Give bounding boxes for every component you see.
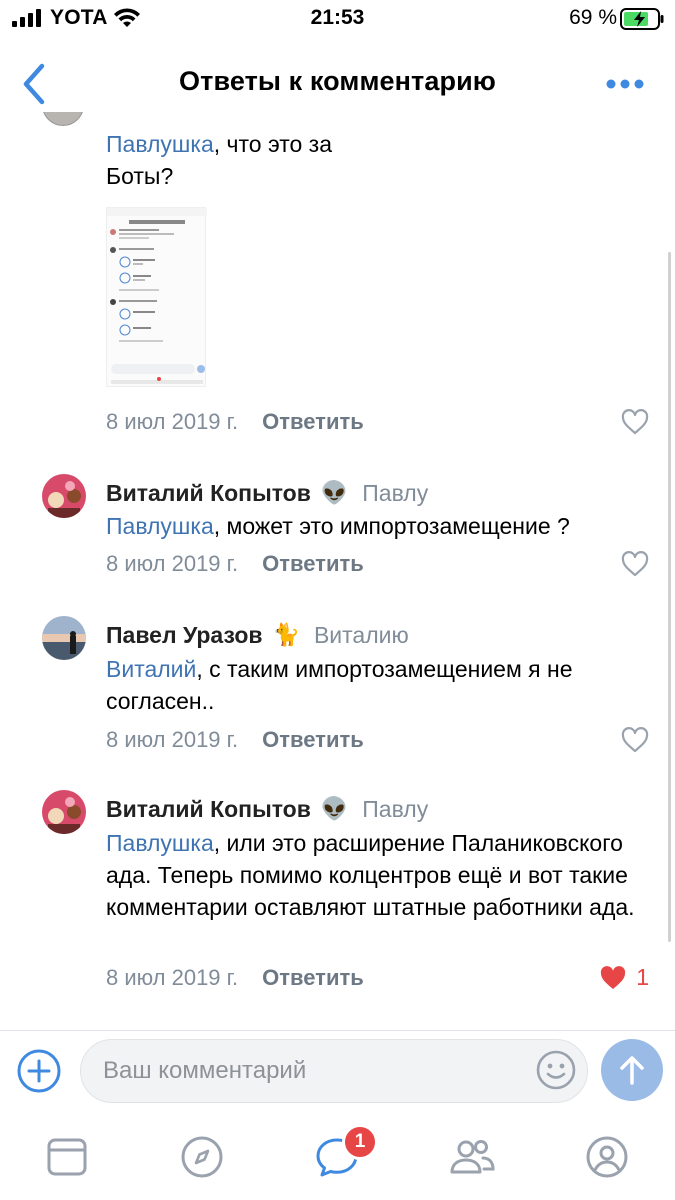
reply-to-name[interactable]: Виталию	[314, 622, 409, 649]
tab-friends-icon[interactable]	[449, 1134, 495, 1180]
comment-date: 8 июл 2019 г.	[106, 551, 239, 576]
mention-link[interactable]: Павлушка	[106, 131, 214, 157]
smile-icon[interactable]	[534, 1048, 578, 1092]
cat-emoji-icon: 🐈	[272, 622, 300, 647]
reply-to-name[interactable]: Павлу	[362, 796, 428, 823]
like-button[interactable]	[621, 551, 649, 577]
author-name[interactable]: Павел Уразов	[106, 622, 263, 649]
author-name[interactable]: Виталий Копытов	[106, 796, 311, 823]
mention-link[interactable]: Павлушка	[106, 830, 214, 856]
tab-feed-icon[interactable]	[44, 1134, 90, 1180]
comment-text: Павлушка, что это за Боты?	[106, 131, 332, 189]
reply-button[interactable]: Ответить	[262, 965, 364, 991]
avatar[interactable]	[42, 112, 84, 126]
tab-profile-icon[interactable]	[584, 1134, 630, 1180]
scrollbar[interactable]	[668, 252, 671, 942]
alien-emoji-icon: 👽	[320, 796, 349, 821]
comment-meta: 8 июл 2019 г. Ответить	[106, 549, 364, 579]
comments-list[interactable]: Павлушка, что это за Боты? 8 июл 2019 г.…	[0, 112, 675, 1030]
avatar[interactable]	[42, 616, 86, 660]
comment-composer: Ваш комментарий	[0, 1031, 675, 1111]
comment-meta: 8 июл 2019 г. Ответить	[106, 407, 364, 437]
like-count: 1	[636, 964, 649, 990]
comment-meta: 8 июл 2019 г. Ответить	[106, 963, 364, 993]
attach-plus-button[interactable]	[16, 1048, 62, 1094]
tab-bar: 1	[0, 1112, 675, 1200]
mention-link[interactable]: Павлушка	[106, 513, 214, 539]
comment-header: Виталий Копытов 👽 Павлу	[106, 794, 428, 824]
status-bar: YOTA 21:53 69 %	[0, 0, 675, 40]
attached-screenshot-image[interactable]	[106, 207, 207, 387]
like-button-liked[interactable]	[599, 965, 627, 991]
comment-input[interactable]: Ваш комментарий	[80, 1039, 588, 1103]
like-button[interactable]	[621, 409, 649, 435]
mention-link[interactable]: Виталий	[106, 656, 196, 682]
tab-explore-icon[interactable]	[179, 1134, 225, 1180]
comment-date: 8 июл 2019 г.	[106, 409, 239, 434]
arrow-up-icon	[620, 1056, 644, 1085]
comment-header: Виталий Копытов 👽 Павлу	[106, 478, 428, 508]
battery-icon	[620, 8, 664, 30]
comment-date: 8 июл 2019 г.	[106, 727, 239, 752]
comment-header: Павел Уразов 🐈 Виталию	[106, 620, 409, 650]
comment-meta: 8 июл 2019 г. Ответить	[106, 725, 364, 755]
reply-to-name[interactable]: Павлу	[362, 480, 428, 507]
more-options-button[interactable]	[605, 74, 645, 94]
author-name[interactable]: Виталий Копытов	[106, 480, 311, 507]
avatar[interactable]	[42, 474, 86, 518]
page-title: Ответы к комментарию	[179, 66, 496, 96]
reply-button[interactable]: Ответить	[262, 727, 364, 753]
avatar[interactable]	[42, 790, 86, 834]
comment-text: Павлушка, может это импортозамещение ?	[106, 513, 570, 539]
comment-text: Павлушка, или это расширение Паланиковск…	[106, 830, 635, 920]
reply-button[interactable]: Ответить	[262, 551, 364, 577]
send-button[interactable]	[601, 1039, 663, 1101]
comment-date: 8 июл 2019 г.	[106, 965, 239, 990]
alien-emoji-icon: 👽	[320, 480, 349, 505]
like-button[interactable]	[621, 727, 649, 753]
comment-text: Виталий, с таким импортозамещением я не …	[106, 656, 573, 714]
messages-badge: 1	[342, 1124, 378, 1160]
battery-percent: 69 %	[569, 6, 617, 29]
reply-button[interactable]: Ответить	[262, 409, 364, 435]
